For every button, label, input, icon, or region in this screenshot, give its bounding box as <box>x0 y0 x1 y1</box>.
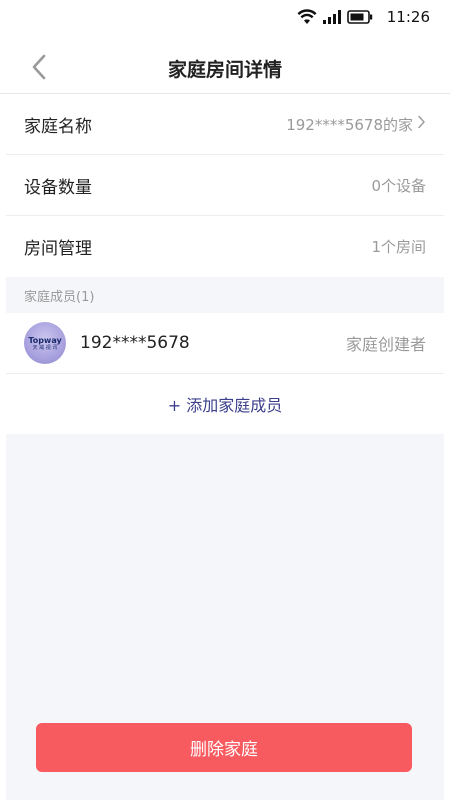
add-member-button[interactable]: + 添加家庭成员 <box>6 374 444 434</box>
member-name: 192****5678 <box>80 333 190 353</box>
status-time: 11:26 <box>386 8 430 26</box>
battery-icon <box>346 10 373 24</box>
room-management-label: 房间管理 <box>24 239 92 259</box>
family-name-label: 家庭名称 <box>24 116 92 137</box>
page-title: 家庭房间详情 <box>167 59 282 81</box>
room-management-row[interactable]: 房间管理 1个房间 <box>6 216 444 277</box>
content-area: 家庭名称 192****5678的家 设备数量 0个设备 房间管理 1个房间 家… <box>6 94 444 800</box>
delete-family-button[interactable]: 删除家庭 <box>36 723 412 772</box>
family-name-row[interactable]: 家庭名称 192****5678的家 <box>6 94 444 155</box>
family-name-value: 192****5678的家 <box>286 115 413 134</box>
avatar-logo-text: Topway <box>28 335 62 345</box>
avatar-logo-sub: 天 威 视 讯 <box>32 344 58 351</box>
signal-icon <box>322 10 341 24</box>
device-count-label: 设备数量 <box>24 177 92 198</box>
member-role: 家庭创建者 <box>345 335 426 354</box>
device-count-value: 0个设备 <box>371 176 426 195</box>
wifi-icon <box>297 9 317 25</box>
room-count-value: 1个房间 <box>371 238 426 256</box>
avatar: Topway 天 威 视 讯 <box>24 322 66 364</box>
status-bar: 11:26 <box>0 0 450 34</box>
members-section-header: 家庭成员(1) <box>6 277 444 313</box>
device-count-row: 设备数量 0个设备 <box>6 155 444 216</box>
chevron-right-icon <box>417 115 426 133</box>
back-button[interactable] <box>22 52 56 86</box>
chevron-left-icon <box>31 54 47 84</box>
nav-bar: 家庭房间详情 <box>0 44 450 94</box>
family-name-value-wrap: 192****5678的家 <box>286 114 426 135</box>
member-row[interactable]: Topway 天 威 视 讯 192****5678 家庭创建者 <box>6 313 444 374</box>
